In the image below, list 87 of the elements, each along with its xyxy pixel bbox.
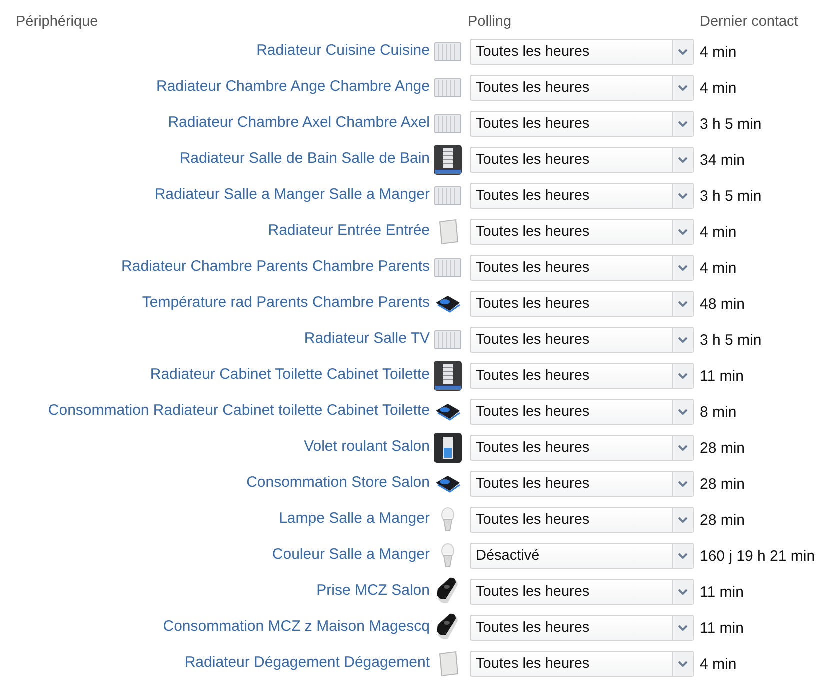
device-link[interactable]: Radiateur Chambre Parents Chambre Parents <box>0 250 430 286</box>
polling-dropdown[interactable]: Toutes les heures <box>470 579 694 605</box>
polling-dropdown[interactable]: Toutes les heures <box>470 147 694 173</box>
device-link[interactable]: Lampe Salle a Manger <box>0 502 430 538</box>
chevron-down-icon <box>678 661 688 667</box>
last-contact: 11 min <box>699 620 745 636</box>
device-link[interactable]: Radiateur Salle TV <box>0 322 430 358</box>
last-contact: 3 h 5 min <box>699 188 763 204</box>
last-contact: 11 min <box>699 368 745 384</box>
last-contact: 160 j 19 h 21 min <box>699 548 816 564</box>
polling-dropdown[interactable]: Toutes les heures <box>470 255 694 281</box>
polling-dropdown[interactable]: Toutes les heures <box>470 291 694 317</box>
towel-radiator-icon <box>434 145 462 175</box>
chevron-down-icon <box>678 301 688 307</box>
last-contact: 4 min <box>699 224 738 240</box>
device-link[interactable]: Consommation MCZ z Maison Magescq <box>0 610 430 646</box>
polling-dropdown[interactable]: Toutes les heures <box>470 327 694 353</box>
chevron-down-icon <box>678 517 688 523</box>
shutter-icon <box>434 433 462 463</box>
chevron-down-icon <box>678 265 688 271</box>
polling-dropdown[interactable]: Toutes les heures <box>470 75 694 101</box>
chevron-down-icon <box>678 121 688 127</box>
column-header: Dernier contact <box>699 14 800 32</box>
polling-dropdown[interactable]: Toutes les heures <box>470 219 694 245</box>
last-contact: 28 min <box>699 512 746 528</box>
last-contact: 28 min <box>699 476 746 492</box>
towel-radiator-icon <box>434 361 462 391</box>
radiator-icon <box>434 112 462 136</box>
polling-dropdown[interactable]: Toutes les heures <box>470 615 694 641</box>
chevron-down-icon <box>678 481 688 487</box>
last-contact: 4 min <box>699 44 738 60</box>
device-link[interactable]: Radiateur Cuisine Cuisine <box>0 34 430 70</box>
chevron-down-icon <box>678 157 688 163</box>
device-link[interactable]: Radiateur Chambre Ange Chambre Ange <box>0 70 430 106</box>
polling-dropdown[interactable]: Toutes les heures <box>470 651 694 677</box>
last-contact: 48 min <box>699 296 746 312</box>
polling-dropdown[interactable]: Toutes les heures <box>470 111 694 137</box>
radiator-icon <box>434 256 462 280</box>
chevron-down-icon <box>678 625 688 631</box>
radiator-icon <box>434 328 462 352</box>
device-link[interactable]: Radiateur Chambre Axel Chambre Axel <box>0 106 430 142</box>
polling-dropdown[interactable]: Désactivé <box>470 543 694 569</box>
chevron-down-icon <box>678 337 688 343</box>
polling-dropdown[interactable]: Toutes les heures <box>470 471 694 497</box>
sensor-icon <box>434 294 462 314</box>
last-contact: 3 h 5 min <box>699 332 763 348</box>
radiator-icon <box>434 76 462 100</box>
polling-dropdown[interactable]: Toutes les heures <box>470 435 694 461</box>
chevron-down-icon <box>678 49 688 55</box>
last-contact: 4 min <box>699 656 738 672</box>
last-contact: 11 min <box>699 584 745 600</box>
last-contact: 3 h 5 min <box>699 116 763 132</box>
device-link[interactable]: Volet roulant Salon <box>0 430 430 466</box>
device-link[interactable]: Prise MCZ Salon <box>0 574 430 610</box>
chevron-down-icon <box>678 589 688 595</box>
sensor-icon <box>434 474 462 494</box>
chevron-down-icon <box>678 85 688 91</box>
polling-dropdown[interactable]: Toutes les heures <box>470 39 694 65</box>
device-link[interactable]: Radiateur Dégagement Dégagement <box>0 646 430 682</box>
device-link[interactable]: Radiateur Entrée Entrée <box>0 214 430 250</box>
last-contact: 28 min <box>699 440 746 456</box>
polling-dropdown[interactable]: Toutes les heures <box>470 507 694 533</box>
column-header: Polling <box>467 14 513 32</box>
last-contact: 4 min <box>699 260 738 276</box>
device-link[interactable]: Consommation Store Salon <box>0 466 430 502</box>
device-link[interactable]: Couleur Salle a Manger <box>0 538 430 574</box>
chevron-down-icon <box>678 553 688 559</box>
column-header: Périphérique <box>15 14 100 32</box>
last-contact: 8 min <box>699 404 738 420</box>
last-contact: 34 min <box>699 152 746 168</box>
device-link[interactable]: Consommation Radiateur Cabinet toilette Cabinet Toilette <box>0 394 430 430</box>
chevron-down-icon <box>678 373 688 379</box>
radiator-icon <box>434 184 462 208</box>
sensor-icon <box>434 402 462 422</box>
chevron-down-icon <box>678 409 688 415</box>
chevron-down-icon <box>678 229 688 235</box>
device-link[interactable]: Radiateur Cabinet Toilette Cabinet Toilette <box>0 358 430 394</box>
device-link[interactable]: Température rad Parents Chambre Parents <box>0 286 430 322</box>
chevron-down-icon <box>678 193 688 199</box>
polling-dropdown[interactable]: Toutes les heures <box>470 183 694 209</box>
device-link[interactable]: Radiateur Salle de Bain Salle de Bain <box>0 142 430 178</box>
polling-dropdown[interactable]: Toutes les heures <box>470 363 694 389</box>
chevron-down-icon <box>678 445 688 451</box>
polling-dropdown[interactable]: Toutes les heures <box>470 399 694 425</box>
device-link[interactable]: Radiateur Salle a Manger Salle a Manger <box>0 178 430 214</box>
last-contact: 4 min <box>699 80 738 96</box>
radiator-icon <box>434 40 462 64</box>
